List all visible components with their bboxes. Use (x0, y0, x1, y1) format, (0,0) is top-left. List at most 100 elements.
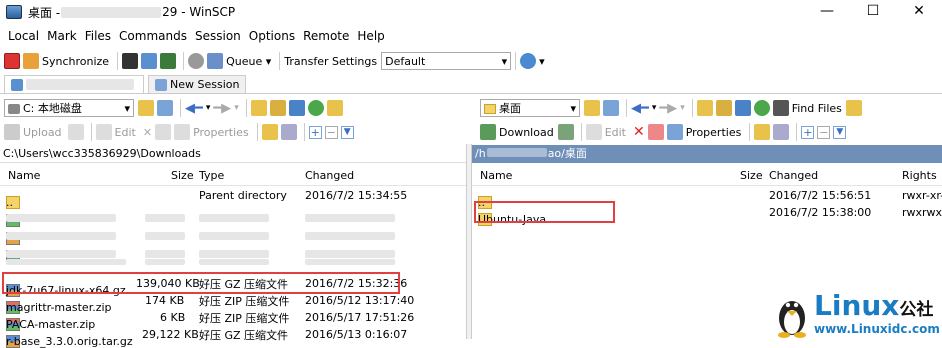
toolbar-separator (180, 99, 181, 117)
console-icon[interactable] (122, 53, 139, 69)
edit-label: Edit (114, 125, 136, 139)
menu-files[interactable]: Files (81, 27, 115, 45)
find-icon[interactable] (845, 100, 862, 116)
col-size[interactable]: Size (740, 169, 763, 182)
download-options-icon[interactable] (557, 124, 574, 140)
file-row[interactable]: r-base_3.3.0.orig.tar.gz 29,122 KB 好压 GZ… (0, 326, 466, 348)
filter-icon[interactable] (157, 100, 173, 116)
col-name[interactable]: Name (8, 169, 40, 182)
watermark: Linux公社 www.Linuxidc.com (772, 290, 942, 339)
col-name[interactable]: Name (480, 169, 512, 182)
menu-mark[interactable]: Mark (43, 27, 81, 45)
file-row[interactable]: magrittr-master.zip 174 KB 好压 ZIP 压缩文件 2… (0, 292, 466, 314)
select-all-icon[interactable]: ▼ (833, 125, 847, 139)
properties-button[interactable]: Properties (666, 124, 741, 140)
refresh-icon[interactable] (753, 100, 770, 116)
file-row[interactable]: PACA-master.zip 6 KB 好压 ZIP 压缩文件 2016/5/… (0, 309, 466, 331)
tab-session[interactable] (4, 75, 144, 93)
chevron-down-icon[interactable]: ▾ (680, 103, 685, 113)
unselect-icon[interactable]: − (324, 125, 338, 139)
new-file-icon[interactable] (280, 124, 297, 140)
forward-icon[interactable]: ━▶ (659, 101, 677, 116)
chevron-down-icon[interactable]: ▾ (234, 103, 239, 113)
select-icon[interactable]: + (308, 125, 322, 139)
back-icon[interactable]: ◀━ (185, 101, 203, 116)
tab-new-session[interactable]: New Session (148, 75, 247, 93)
upload-button[interactable]: Upload (4, 124, 62, 140)
col-rights[interactable]: Rights (902, 169, 937, 182)
select-icon[interactable]: + (801, 125, 815, 139)
open-folder-icon[interactable] (584, 100, 600, 116)
compare-icon[interactable] (4, 53, 20, 69)
download-button[interactable]: Download (480, 124, 554, 140)
properties-button[interactable]: Properties (174, 124, 249, 140)
toolbar-separator (117, 52, 119, 70)
gear-icon[interactable] (188, 53, 205, 69)
parent-dir-icon[interactable] (250, 100, 267, 116)
root-dir-icon[interactable] (715, 100, 732, 116)
menu-local[interactable]: Local (4, 27, 43, 45)
select-all-icon[interactable]: ▼ (340, 125, 354, 139)
right-folder-select[interactable]: 桌面 ▾ (480, 99, 580, 117)
maximize-button[interactable]: ☐ (850, 0, 896, 24)
queue-button[interactable]: Queue ▾ (207, 53, 271, 69)
blurred-file-row[interactable] (0, 223, 466, 245)
new-session-icon (155, 78, 167, 91)
highlight-box (2, 272, 400, 294)
col-changed[interactable]: Changed (305, 169, 354, 182)
refresh-icon[interactable] (307, 100, 324, 116)
edit-button[interactable]: Edit (95, 124, 136, 140)
find-icon[interactable] (326, 100, 343, 116)
col-type[interactable]: Type (199, 169, 224, 182)
upload-options-icon[interactable] (67, 124, 84, 140)
home-icon[interactable] (288, 100, 305, 116)
putty-icon[interactable] (141, 53, 158, 69)
chevron-down-icon: ▾ (570, 101, 576, 115)
left-path-bar[interactable]: C:\Users\wcc335836929\Downloads (0, 145, 466, 163)
chevron-down-icon[interactable]: ▾ (206, 103, 211, 113)
col-changed[interactable]: Changed (769, 169, 818, 182)
back-icon[interactable]: ◀━ (631, 101, 649, 116)
new-folder-icon[interactable] (261, 124, 278, 140)
menu-options[interactable]: Options (245, 27, 299, 45)
new-folder-icon[interactable] (754, 124, 771, 140)
filter-icon[interactable] (603, 100, 619, 116)
transfer-settings-select[interactable]: Default ▾ (381, 52, 512, 70)
delete-icon[interactable]: ✕ (633, 124, 645, 140)
parent-dir-icon[interactable] (696, 100, 713, 116)
blurred-file-row[interactable] (0, 259, 466, 269)
left-nav-toolbar: C: 本地磁盘 ▾ ◀━ ▾ ━▶ ▾ (4, 96, 464, 120)
delete-icon[interactable]: ✕ (143, 126, 152, 139)
home-icon[interactable] (734, 100, 751, 116)
col-size[interactable]: Size (171, 169, 194, 182)
menu-commands[interactable]: Commands (115, 27, 191, 45)
rename-icon[interactable] (647, 124, 664, 140)
unselect-icon[interactable]: − (817, 125, 831, 139)
refresh-remote-icon[interactable] (160, 53, 177, 69)
synchronize-button[interactable]: Synchronize (23, 53, 109, 69)
right-folder-value: 桌面 (499, 102, 521, 115)
toolbar-separator (90, 123, 92, 141)
menu-session[interactable]: Session (191, 27, 245, 45)
left-drive-select[interactable]: C: 本地磁盘 ▾ (4, 99, 134, 117)
edit-button[interactable]: Edit (585, 124, 626, 140)
rename-icon[interactable] (155, 124, 172, 140)
menu-help[interactable]: Help (353, 27, 388, 45)
blurred-file-row[interactable] (0, 205, 466, 227)
root-dir-icon[interactable] (269, 100, 286, 116)
chevron-down-icon[interactable]: ▾ (539, 55, 545, 68)
open-folder-icon[interactable] (138, 100, 154, 116)
close-button[interactable]: ✕ (896, 0, 942, 24)
toolbar-separator (279, 52, 281, 70)
menu-remote[interactable]: Remote (299, 27, 353, 45)
file-changed: 2016/5/13 0:16:07 (305, 328, 408, 341)
blurred-file-row[interactable] (0, 241, 466, 263)
find-files-button[interactable]: Find Files (772, 100, 842, 116)
globe-icon[interactable] (520, 53, 537, 69)
right-path-bar[interactable]: /h ao/桌面 (472, 145, 942, 163)
forward-icon[interactable]: ━▶ (213, 101, 231, 116)
minimize-button[interactable]: — (804, 0, 850, 24)
chevron-down-icon[interactable]: ▾ (652, 103, 657, 113)
new-file-icon[interactable] (773, 124, 790, 140)
file-row[interactable]: .. Parent directory 2016/7/2 15:34:55 (0, 187, 466, 209)
